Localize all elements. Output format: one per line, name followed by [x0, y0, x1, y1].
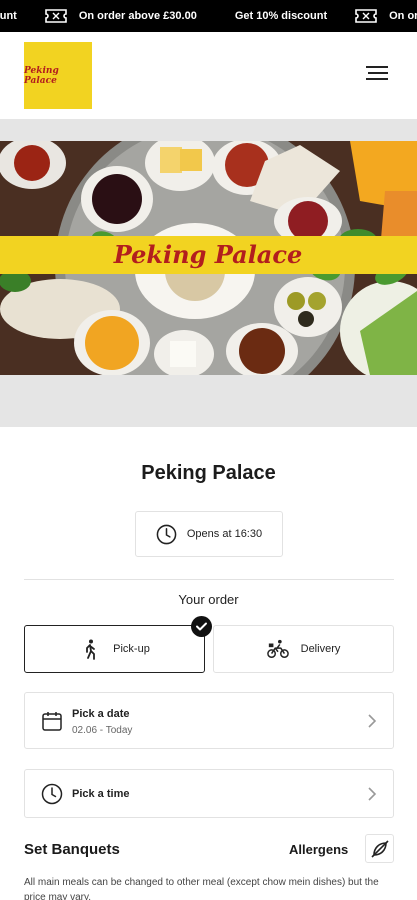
allergens-button[interactable]	[365, 834, 394, 863]
restaurant-name: Peking Palace	[141, 462, 276, 484]
date-picker-value: 02.06 - Today	[72, 725, 133, 736]
your-order-label: Your order	[178, 592, 239, 607]
promo-text: Get 10% discount	[234, 10, 328, 22]
walking-person-icon	[86, 639, 96, 660]
calendar-icon	[42, 712, 62, 731]
clock-icon	[41, 783, 63, 805]
menu-category-description: All main meals can be changed to other m…	[24, 877, 379, 900]
hamburger-menu-button[interactable]	[366, 66, 388, 84]
selected-check-icon	[191, 616, 212, 637]
allergens-link[interactable]: Allergens	[289, 842, 348, 857]
promo-item: On order above £30.00	[79, 10, 235, 22]
hero-banner-text: Peking Palace	[113, 240, 303, 269]
pickup-option[interactable]: Pick-up	[24, 625, 205, 673]
promo-ticker-track: ount On order above £30.00 Get 10% disco…	[0, 0, 417, 32]
no-allergen-icon	[370, 839, 389, 858]
promo-text: ount	[0, 10, 17, 22]
promo-text: On order	[389, 10, 417, 22]
chevron-right-icon	[368, 787, 377, 801]
pickup-label: Pick-up	[113, 643, 150, 655]
restaurant-logo[interactable]: Peking Palace	[24, 42, 92, 109]
clock-icon	[156, 524, 177, 544]
section-divider	[24, 579, 394, 580]
opening-hours-text: Opens at 16:30	[186, 528, 263, 540]
promo-item: Get 10% discount	[235, 9, 389, 23]
delivery-option[interactable]: Delivery	[213, 625, 394, 673]
date-picker-label: Pick a date	[72, 708, 130, 720]
promo-item: On order	[389, 10, 417, 22]
hamburger-icon	[366, 66, 388, 68]
date-picker[interactable]: Pick a date 02.06 - Today	[24, 692, 394, 749]
time-picker[interactable]: Pick a time	[24, 769, 394, 818]
time-picker-label: Pick a time	[72, 788, 130, 800]
food-platter-illustration: Peking Palace	[0, 141, 417, 375]
hero-image: Peking Palace	[0, 141, 417, 375]
menu-category-title: Set Banquets	[24, 841, 120, 858]
promo-ticker: ount On order above £30.00 Get 10% disco…	[0, 0, 417, 32]
opening-hours-badge: Opens at 16:30	[135, 511, 283, 557]
site-header: Peking Palace	[0, 32, 417, 119]
chevron-right-icon	[368, 714, 377, 728]
promo-text: On order above £30.00	[78, 10, 197, 22]
ticket-icon	[45, 9, 67, 23]
ticket-icon	[355, 9, 377, 23]
promo-item: ount	[0, 9, 79, 23]
delivery-label: Delivery	[300, 643, 341, 655]
cyclist-icon	[266, 639, 289, 658]
logo-text: Peking Palace	[24, 65, 59, 86]
